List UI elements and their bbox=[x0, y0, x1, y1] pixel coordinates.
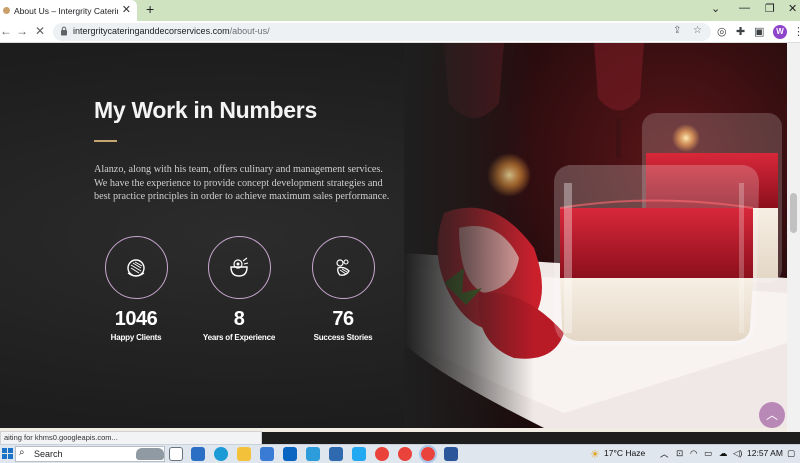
extension-badge-icon[interactable]: ◎ bbox=[717, 25, 727, 38]
battery-icon[interactable]: ▭ bbox=[704, 448, 712, 459]
herb-icon bbox=[336, 258, 350, 276]
weather-text[interactable]: 17°C Haze bbox=[604, 448, 645, 458]
stat-label: Success Stories bbox=[313, 333, 373, 342]
stat-happy-clients: 1046 Happy Clients bbox=[91, 236, 181, 342]
settings-gear-icon[interactable] bbox=[191, 447, 205, 461]
chrome-icon[interactable] bbox=[398, 447, 412, 461]
close-window-icon[interactable]: ✕ bbox=[788, 2, 797, 15]
notifications-icon[interactable]: ▢ bbox=[787, 448, 795, 459]
stat-label: Happy Clients bbox=[110, 333, 162, 342]
chrome-active-icon[interactable] bbox=[419, 445, 437, 463]
stat-value: 76 bbox=[332, 308, 354, 330]
forward-arrow-icon[interactable]: → bbox=[16, 24, 28, 38]
url-text: intergritycateringanddecorservices.com/a… bbox=[73, 26, 270, 36]
cooking-pot-icon bbox=[230, 257, 249, 277]
page-scrollbar[interactable] bbox=[787, 43, 800, 432]
tab-close-icon[interactable]: ✕ bbox=[122, 4, 131, 16]
page-viewport: My Work in Numbers Alanzo, along with hi… bbox=[0, 43, 800, 432]
vscode-icon[interactable] bbox=[352, 447, 366, 461]
stat-ring bbox=[311, 236, 375, 299]
search-icon: ⌕ bbox=[19, 447, 25, 458]
section-title: My Work in Numbers bbox=[94, 97, 317, 123]
address-bar[interactable]: intergritycateringanddecorservices.com/a… bbox=[53, 23, 711, 41]
share-icon[interactable]: ⇪ bbox=[673, 25, 681, 36]
side-panel-icon[interactable]: ▣ bbox=[754, 25, 764, 38]
loading-status-bar: aiting for khms0.googleapis.com... bbox=[0, 431, 262, 444]
stat-label: Years of Experience bbox=[202, 333, 276, 342]
extensions-puzzle-icon[interactable]: ✚ bbox=[736, 25, 745, 38]
windows-start-icon[interactable] bbox=[2, 448, 13, 459]
back-arrow-icon[interactable]: ← bbox=[0, 24, 12, 38]
menu-kebab-icon[interactable]: ⋮ bbox=[793, 25, 800, 38]
photo-edge-fade bbox=[404, 43, 534, 428]
intro-line: Alanzo, along with his team, offers culi… bbox=[94, 164, 383, 175]
stop-loading-icon[interactable]: ✕ bbox=[35, 24, 45, 38]
scroll-to-top-button[interactable]: ︿ bbox=[759, 402, 785, 428]
edge-browser-icon[interactable] bbox=[214, 447, 228, 461]
chevron-up-icon: ︿ bbox=[765, 408, 778, 422]
bookmark-star-icon[interactable]: ☆ bbox=[693, 25, 702, 36]
app-icon[interactable] bbox=[329, 447, 343, 461]
intro-line: We have the experience to provide concep… bbox=[94, 177, 383, 189]
browser-tab[interactable]: About Us – Intergrity Catering an ✕ bbox=[0, 0, 137, 21]
url-host: intergritycateringanddecorservices.com bbox=[73, 26, 230, 36]
lock-icon bbox=[61, 26, 67, 36]
stat-success-stories: 76 Success Stories bbox=[298, 236, 388, 342]
scrollbar-thumb[interactable] bbox=[790, 193, 797, 233]
chrome-icon[interactable] bbox=[375, 447, 389, 461]
tab-title: About Us – Intergrity Catering an bbox=[14, 5, 118, 16]
taskbar-search-box[interactable]: ⌕ Search bbox=[15, 446, 165, 462]
weather-sun-icon: ☀ bbox=[590, 449, 600, 461]
browser-toolbar: ← → ✕ intergritycateringanddecorservices… bbox=[0, 21, 800, 43]
restore-icon[interactable]: ❐ bbox=[765, 2, 775, 15]
stat-ring bbox=[104, 236, 168, 299]
clock-time[interactable]: 12:57 AM bbox=[747, 448, 783, 458]
task-view-icon[interactable] bbox=[169, 447, 183, 461]
new-tab-button[interactable]: + bbox=[146, 1, 154, 17]
tab-search-chevron-icon[interactable]: ⌄ bbox=[711, 2, 720, 15]
onedrive-icon[interactable]: ☁ bbox=[719, 448, 728, 459]
stat-ring bbox=[207, 236, 271, 299]
minimize-icon[interactable]: — bbox=[739, 2, 750, 14]
network-icon[interactable]: ⊡ bbox=[676, 448, 683, 459]
intro-paragraph: Alanzo, along with his team, offers culi… bbox=[94, 163, 394, 204]
title-underline bbox=[94, 140, 117, 142]
volume-icon[interactable]: ◁) bbox=[733, 448, 742, 459]
intro-line: best practice principles in order to ach… bbox=[94, 191, 390, 202]
search-highlight-icon bbox=[136, 448, 164, 460]
wifi-icon[interactable]: ◠ bbox=[690, 448, 697, 459]
browser-tab-strip: About Us – Intergrity Catering an ✕ + ⌄ … bbox=[0, 0, 800, 21]
dish-icon bbox=[127, 258, 145, 277]
stat-value: 8 bbox=[233, 308, 245, 330]
tray-chevron-up-icon[interactable]: ︿ bbox=[660, 448, 669, 460]
taskbar-search-label: Search bbox=[34, 449, 63, 459]
file-explorer-icon[interactable] bbox=[237, 447, 251, 461]
mail-icon[interactable] bbox=[283, 447, 297, 461]
url-path: /about-us/ bbox=[229, 26, 270, 36]
windows-taskbar: ⌕ Search ☀ 17°C Haze ︿ ⊡ ◠ ▭ ☁ ◁) 12:57 … bbox=[0, 444, 800, 463]
word-icon[interactable] bbox=[444, 447, 458, 461]
profile-avatar[interactable]: W bbox=[773, 25, 787, 39]
store-icon[interactable] bbox=[260, 447, 274, 461]
stat-value: 1046 bbox=[114, 308, 158, 330]
status-text: aiting for khms0.googleapis.com... bbox=[4, 433, 118, 442]
app-icon[interactable] bbox=[306, 447, 320, 461]
stat-years-experience: 8 Years of Experience bbox=[194, 236, 284, 342]
site-favicon-icon bbox=[3, 7, 10, 14]
